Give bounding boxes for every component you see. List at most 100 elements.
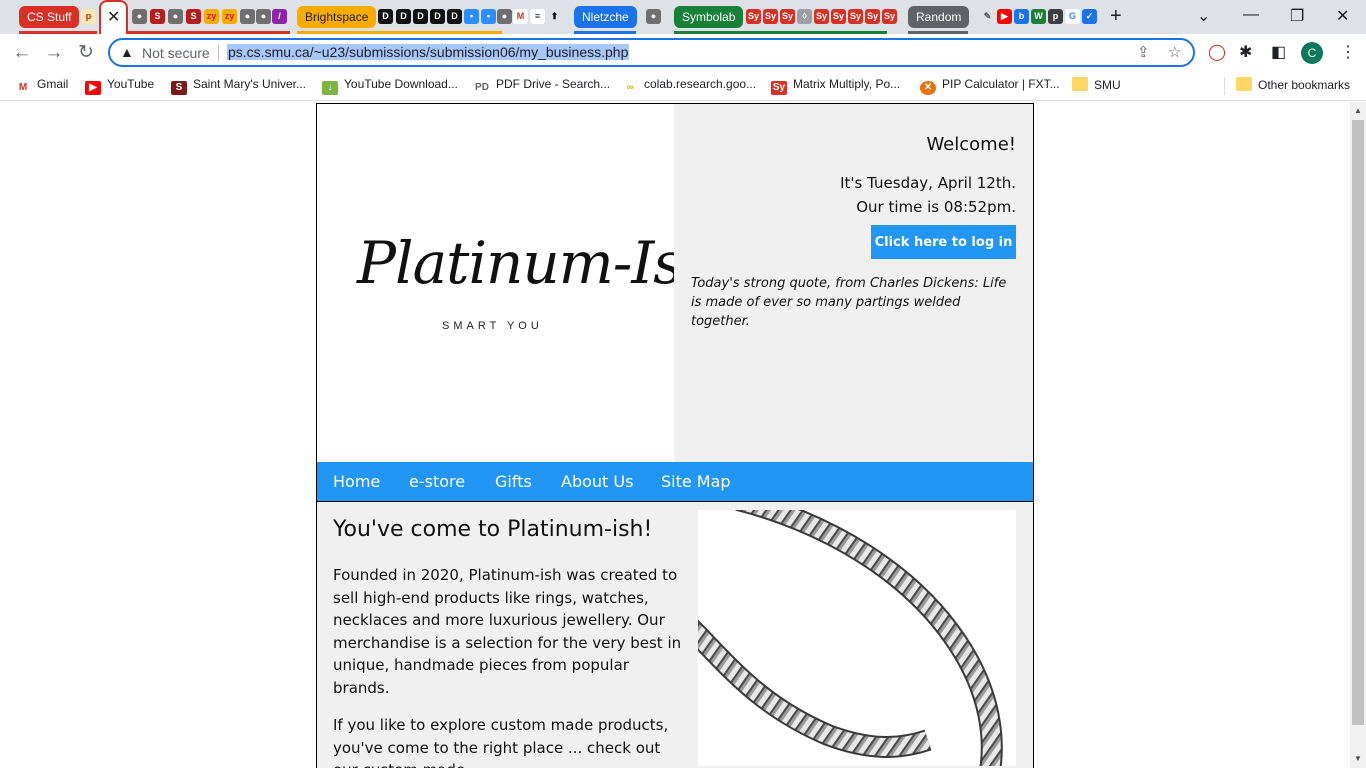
feather-tab-icon[interactable]: / — [272, 9, 287, 24]
nav-e-store[interactable]: e-store — [409, 472, 465, 491]
zoom-tab-icon[interactable]: ▪ — [464, 9, 479, 24]
zy-tab-icon[interactable]: zy — [222, 9, 237, 24]
time-line: Our time is 08:52pm. — [856, 198, 1016, 216]
scrollbar-thumb[interactable] — [1352, 120, 1364, 725]
bookmark-smu-folder[interactable]: SMU — [1072, 77, 1121, 92]
menu-kebab-icon[interactable]: ⋮ — [1340, 42, 1356, 62]
bookmark-label: Saint Mary's Univer... — [193, 77, 306, 91]
address-bar[interactable]: ▲ Not secure ps.cs.smu.ca/~u23/submissio… — [108, 38, 1195, 67]
symbolab-tab-icon[interactable]: Sy — [882, 9, 897, 24]
nav-home[interactable]: Home — [333, 472, 380, 491]
globe-tab-icon[interactable]: ● — [256, 9, 271, 24]
google-tab-icon[interactable]: G — [1065, 9, 1080, 24]
tab-group-brightspace[interactable]: Brightspace — [297, 6, 377, 28]
close-tab-icon[interactable]: ✕ — [107, 7, 120, 27]
bookmark-youtube-download[interactable]: ↓ YouTube Download... — [322, 77, 458, 95]
smu-tab-icon[interactable]: S — [150, 9, 165, 24]
d2l-tab-icon[interactable]: D — [396, 9, 411, 24]
globe-tab-icon[interactable]: ● — [168, 9, 183, 24]
login-button[interactable]: Click here to log in — [871, 225, 1016, 259]
tab-group-symbolab[interactable]: Symbolab — [674, 6, 744, 28]
necklace-image — [698, 510, 1016, 766]
other-bookmarks[interactable]: Other bookmarks — [1236, 77, 1350, 92]
nav-about-us[interactable]: About Us — [561, 472, 633, 491]
scroll-up-icon[interactable]: ▲ — [1354, 106, 1362, 115]
zy-tab-icon[interactable]: zy — [204, 9, 219, 24]
d2l-tab-icon[interactable]: D — [447, 9, 462, 24]
w-tab-icon[interactable]: W — [1031, 9, 1046, 24]
bookmark-pdf-drive[interactable]: PD PDF Drive - Search... — [474, 77, 610, 95]
scroll-down-icon[interactable]: ▼ — [1354, 754, 1362, 763]
star-icon[interactable]: ☆ — [1168, 43, 1181, 61]
symbolab-tab-icon[interactable]: Sy — [780, 9, 795, 24]
bookmark-colab[interactable]: ∞ colab.research.goo... — [622, 77, 756, 95]
security-label[interactable]: Not secure — [142, 45, 210, 61]
profile-avatar[interactable]: C — [1301, 42, 1323, 64]
url-text[interactable]: ps.cs.smu.ca/~u23/submissions/submission… — [227, 44, 630, 60]
arrow-up-tab-icon[interactable]: ⬆ — [547, 9, 562, 24]
close-window-icon[interactable]: ✕ — [1336, 6, 1349, 26]
active-tab[interactable]: ✕ — [99, 0, 128, 34]
symbolab-tab-icon[interactable]: Sy — [763, 9, 778, 24]
symbolab-tab-icon[interactable]: Sy — [814, 9, 829, 24]
gmail-tab-icon[interactable]: M — [513, 9, 528, 24]
d2l-tab-icon[interactable]: D — [378, 9, 393, 24]
doc-tab-icon[interactable]: ≡ — [530, 9, 545, 24]
new-tab-icon[interactable]: + — [1110, 5, 1122, 28]
d2l-tab-icon[interactable]: D — [430, 9, 445, 24]
opera-extension-icon[interactable]: ◯ — [1208, 42, 1226, 62]
tab-search-icon[interactable]: ⌄ — [1197, 6, 1210, 26]
bookmark-label: Gmail — [37, 77, 69, 91]
symbolab-tab-icon[interactable]: Sy — [831, 9, 846, 24]
symbolab-tab-icon[interactable]: Sy — [848, 9, 863, 24]
minimize-icon[interactable]: — — [1243, 6, 1259, 24]
zoom-tab-icon[interactable]: ▪ — [481, 9, 496, 24]
globe-tab-icon[interactable]: ● — [497, 9, 512, 24]
share-icon[interactable]: ⇪ — [1137, 43, 1150, 61]
globe-tab-icon[interactable]: ● — [646, 9, 661, 24]
reload-icon[interactable]: ↻ — [73, 40, 99, 66]
symbolab-tab-icon[interactable]: Sy — [746, 9, 761, 24]
tab-strip: CS Stuff p ✕ ● S ● S zy zy ● ● / Brights… — [0, 0, 1366, 34]
check-tab-icon[interactable]: ✓ — [1082, 9, 1097, 24]
restore-icon[interactable]: ❐ — [1290, 6, 1304, 26]
bookmark-youtube[interactable]: ▶ YouTube — [85, 77, 154, 95]
globe-tab-icon[interactable]: ● — [240, 9, 255, 24]
symbolab-tab-icon[interactable]: Sy — [865, 9, 880, 24]
extensions-puzzle-icon[interactable]: ✱ — [1239, 42, 1252, 62]
site-logo[interactable]: Platinum-Ish — [357, 229, 719, 297]
warning-icon[interactable]: ▲ — [120, 44, 134, 60]
forward-icon[interactable]: → — [41, 40, 67, 66]
omnibox-divider — [218, 45, 219, 61]
bookmark-label: Other bookmarks — [1258, 78, 1351, 92]
header-welcome-panel: Welcome! It's Tuesday, April 12th. Our t… — [674, 104, 1033, 462]
php-tab-icon[interactable]: p — [81, 9, 96, 24]
php-tab-icon[interactable]: p — [1048, 9, 1063, 24]
globe-tab-icon[interactable]: ● — [132, 9, 147, 24]
youtube-tab-icon[interactable]: ▶ — [997, 9, 1012, 24]
tab-group-random[interactable]: Random — [908, 6, 970, 28]
leaf-tab-icon[interactable]: ◊ — [797, 9, 812, 24]
nav-gifts[interactable]: Gifts — [495, 472, 532, 491]
bookmark-gmail[interactable]: M Gmail — [15, 77, 69, 95]
colab-icon: ∞ — [626, 82, 634, 93]
quote-text: Today's strong quote, from Charles Dicke… — [691, 276, 1007, 329]
tab-group-cs-stuff[interactable]: CS Stuff — [19, 6, 80, 28]
bookmark-matrix-multiply[interactable]: Sy Matrix Multiply, Po... — [771, 77, 900, 95]
side-panel-icon[interactable]: ◧ — [1271, 42, 1286, 62]
bookmark-label: PDF Drive - Search... — [496, 77, 611, 91]
smu-tab-icon[interactable]: S — [186, 9, 201, 24]
bookmark-label: PIP Calculator | FXT... — [942, 77, 1060, 91]
bookmark-pip-calculator[interactable]: ✕ PIP Calculator | FXT... — [920, 77, 1060, 95]
bing-tab-icon[interactable]: b — [1014, 9, 1029, 24]
bookmark-saint-marys[interactable]: S Saint Mary's Univer... — [171, 77, 306, 95]
d2l-tab-icon[interactable]: D — [413, 9, 428, 24]
nav-site-map[interactable]: Site Map — [661, 472, 731, 491]
gmail-icon: M — [18, 82, 28, 93]
vertical-scrollbar[interactable]: ▲ ▼ — [1350, 102, 1366, 768]
pen-tab-icon[interactable]: ✎ — [980, 9, 995, 24]
tab-group-nletzche[interactable]: Nletzche — [574, 6, 637, 28]
bookmarks-divider — [1224, 77, 1225, 95]
bookmark-label: YouTube Download... — [344, 77, 458, 91]
back-icon[interactable]: ← — [9, 40, 35, 66]
